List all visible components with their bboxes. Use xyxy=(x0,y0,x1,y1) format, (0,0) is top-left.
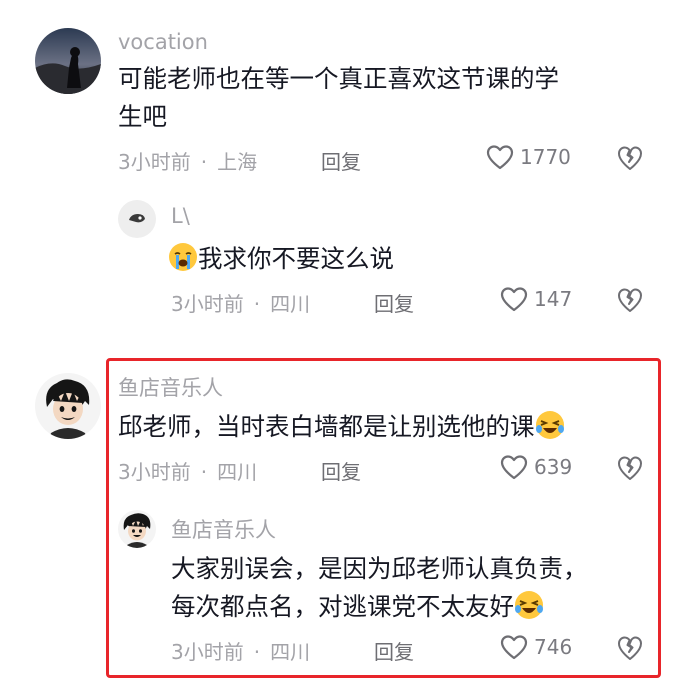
comment-text: 可能老师也在等一个真正喜欢这节课的学 xyxy=(118,64,559,93)
broken-heart-icon[interactable] xyxy=(617,455,643,481)
comment-meta: 3小时前 · 四川 xyxy=(171,636,310,665)
separator: · xyxy=(253,640,261,664)
comment-text-body: 我求你不要这么说 xyxy=(198,244,394,273)
heart-icon xyxy=(500,287,528,312)
like-button[interactable]: 1770 xyxy=(486,144,571,170)
comment-time: 3小时前 xyxy=(118,150,191,174)
heart-icon xyxy=(500,455,528,480)
like-count: 147 xyxy=(534,287,573,311)
avatar[interactable] xyxy=(118,200,156,238)
separator: · xyxy=(253,292,261,316)
comment-meta: 3小时前 · 四川 xyxy=(171,288,310,317)
like-button[interactable]: 639 xyxy=(500,454,572,480)
comment-text: 邱老师，当时表白墙都是让别选他的课 xyxy=(118,408,565,445)
like-count: 1770 xyxy=(520,145,571,169)
comment-text: 生吧 xyxy=(118,102,167,131)
reply-button[interactable]: 回复 xyxy=(374,636,414,665)
like-count: 639 xyxy=(534,455,573,479)
comment-text: 大家别误会，是因为邱老师认真负责， xyxy=(171,554,588,583)
comment-text: 每次都点名，对逃课党不太友好 xyxy=(171,588,544,625)
comment-meta: 3小时前 · 上海 xyxy=(118,146,257,175)
comment-text: 我求你不要这么说 xyxy=(168,240,394,277)
comment-username[interactable]: vocation xyxy=(118,30,208,54)
like-button[interactable]: 147 xyxy=(500,286,572,312)
avatar[interactable] xyxy=(35,373,101,439)
separator: · xyxy=(200,150,208,174)
broken-heart-icon[interactable] xyxy=(617,145,643,171)
comment-text-body: 每次都点名，对逃课党不太友好 xyxy=(171,592,514,621)
comment-text-body: 邱老师，当时表白墙都是让别选他的课 xyxy=(118,412,535,441)
reply-button[interactable]: 回复 xyxy=(321,456,361,485)
comment-username[interactable]: L\ xyxy=(171,204,190,228)
heart-icon xyxy=(486,145,514,170)
comment-location: 四川 xyxy=(270,640,311,664)
reply-button[interactable]: 回复 xyxy=(374,288,414,317)
avatar[interactable] xyxy=(35,28,101,94)
comment-username[interactable]: 鱼店音乐人 xyxy=(171,514,276,544)
comment-location: 四川 xyxy=(270,292,311,316)
comment-location: 上海 xyxy=(217,150,258,174)
comment-meta: 3小时前 · 四川 xyxy=(118,456,257,485)
avatar[interactable] xyxy=(118,510,156,548)
like-count: 746 xyxy=(534,635,573,659)
reply-button[interactable]: 回复 xyxy=(321,146,361,175)
comment-time: 3小时前 xyxy=(118,460,191,484)
broken-heart-icon[interactable] xyxy=(617,635,643,661)
laughing-emoji xyxy=(535,411,564,439)
comment-time: 3小时前 xyxy=(171,292,244,316)
broken-heart-icon[interactable] xyxy=(617,287,643,313)
separator: · xyxy=(200,460,208,484)
heart-icon xyxy=(500,635,528,660)
comment-time: 3小时前 xyxy=(171,640,244,664)
comment-username[interactable]: 鱼店音乐人 xyxy=(118,372,223,402)
like-button[interactable]: 746 xyxy=(500,634,572,660)
comment-location: 四川 xyxy=(217,460,258,484)
laughing-emoji xyxy=(515,591,543,619)
crying-emoji xyxy=(169,243,197,271)
